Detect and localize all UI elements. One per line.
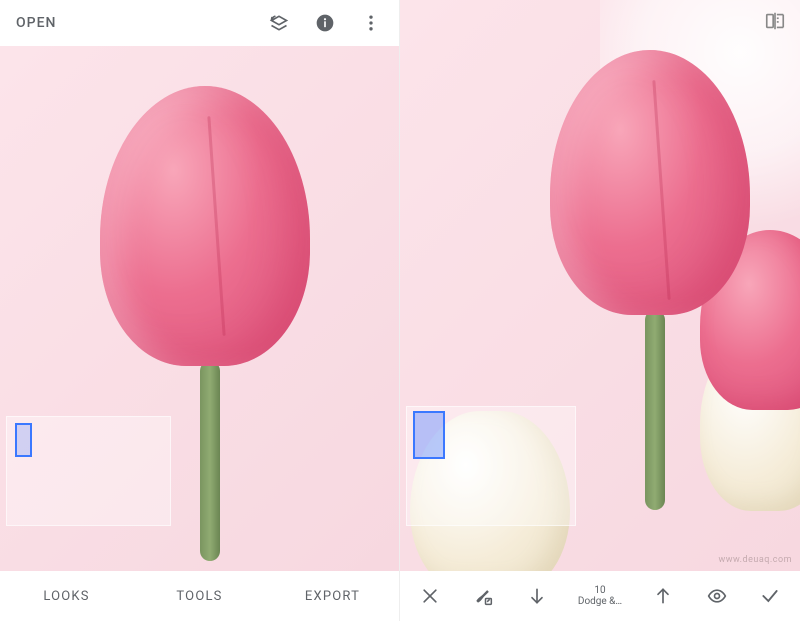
increase-arrow-icon[interactable] bbox=[645, 586, 681, 606]
top-bar: OPEN bbox=[0, 0, 399, 46]
navigator-overlay[interactable] bbox=[6, 416, 171, 526]
compare-split-icon[interactable] bbox=[764, 10, 786, 36]
watermark: www.deuaq.com bbox=[718, 555, 792, 565]
eye-preview-icon[interactable] bbox=[699, 586, 735, 606]
left-image-canvas[interactable] bbox=[0, 46, 399, 571]
tab-looks[interactable]: LOOKS bbox=[0, 589, 133, 604]
navigator-overlay[interactable] bbox=[406, 406, 576, 526]
top-bar-actions bbox=[267, 11, 383, 35]
bottom-nav: LOOKS TOOLS EXPORT bbox=[0, 571, 399, 621]
right-image-canvas[interactable] bbox=[400, 0, 800, 571]
brush-edit-icon[interactable] bbox=[465, 586, 501, 606]
info-icon[interactable] bbox=[313, 11, 337, 35]
layers-undo-icon[interactable] bbox=[267, 11, 291, 35]
more-vert-icon[interactable] bbox=[359, 11, 383, 35]
cancel-button[interactable] bbox=[412, 586, 448, 606]
edit-toolbar: 10 Dodge &… bbox=[400, 571, 800, 621]
navigator-viewport[interactable] bbox=[413, 411, 445, 459]
decrease-arrow-icon[interactable] bbox=[519, 586, 555, 606]
effect-label[interactable]: 10 Dodge &… bbox=[572, 585, 628, 607]
effect-name: Dodge &… bbox=[578, 596, 622, 607]
open-button[interactable]: OPEN bbox=[16, 15, 56, 31]
navigator-viewport[interactable] bbox=[15, 423, 32, 457]
right-panel: www.deuaq.com bbox=[400, 0, 800, 621]
left-panel: OPEN bbox=[0, 0, 400, 621]
tab-export[interactable]: EXPORT bbox=[266, 589, 399, 604]
effect-value: 10 bbox=[594, 585, 605, 596]
apply-check-icon[interactable] bbox=[752, 586, 788, 606]
tab-tools[interactable]: TOOLS bbox=[133, 589, 266, 604]
